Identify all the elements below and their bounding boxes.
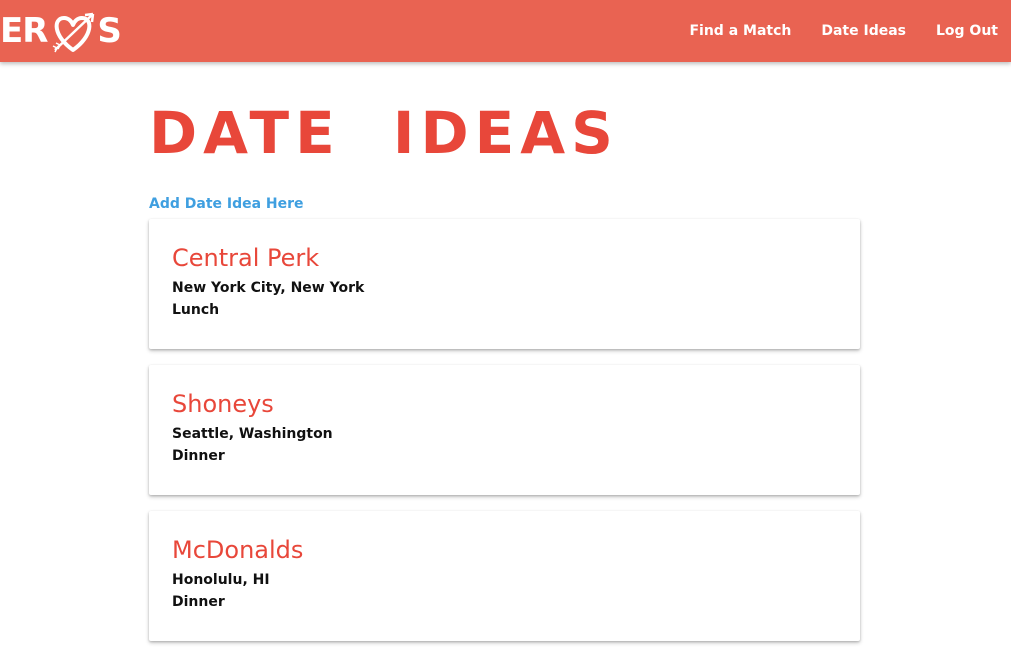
nav-find-a-match[interactable]: Find a Match	[689, 23, 791, 39]
date-idea-meal: Dinner	[172, 448, 225, 464]
date-idea-meal: Dinner	[172, 594, 225, 610]
logo-text-right: S	[97, 11, 121, 51]
date-idea-meal: Lunch	[172, 302, 220, 318]
main-content: DATE IDEAS Add Date Idea Here Central Pe…	[149, 96, 860, 657]
date-idea-location: Honolulu, HI	[172, 572, 270, 588]
date-idea-name: McDonalds	[172, 536, 304, 564]
date-idea-location: New York City, New York	[172, 280, 365, 296]
heart-arrow-icon	[47, 6, 99, 56]
nav-menu: Find a Match Date Ideas Log Out	[659, 0, 1011, 62]
date-idea-card[interactable]: Shoneys Seattle, Washington Dinner	[149, 365, 860, 495]
add-date-idea-link[interactable]: Add Date Idea Here	[149, 196, 304, 212]
logo-text-left: ER	[0, 11, 48, 51]
date-idea-card[interactable]: Central Perk New York City, New York Lun…	[149, 219, 860, 349]
date-idea-card[interactable]: McDonalds Honolulu, HI Dinner	[149, 511, 860, 641]
date-idea-location: Seattle, Washington	[172, 426, 333, 442]
page-title: DATE IDEAS	[149, 99, 619, 167]
navbar: ER S Find a Match Date Ideas Log Out	[0, 0, 1011, 62]
date-ideas-list: Central Perk New York City, New York Lun…	[149, 219, 860, 641]
nav-log-out[interactable]: Log Out	[936, 23, 998, 39]
date-idea-name: Shoneys	[172, 390, 274, 418]
nav-date-ideas[interactable]: Date Ideas	[821, 23, 906, 39]
brand-logo[interactable]: ER S	[0, 0, 122, 62]
date-idea-name: Central Perk	[172, 244, 320, 272]
